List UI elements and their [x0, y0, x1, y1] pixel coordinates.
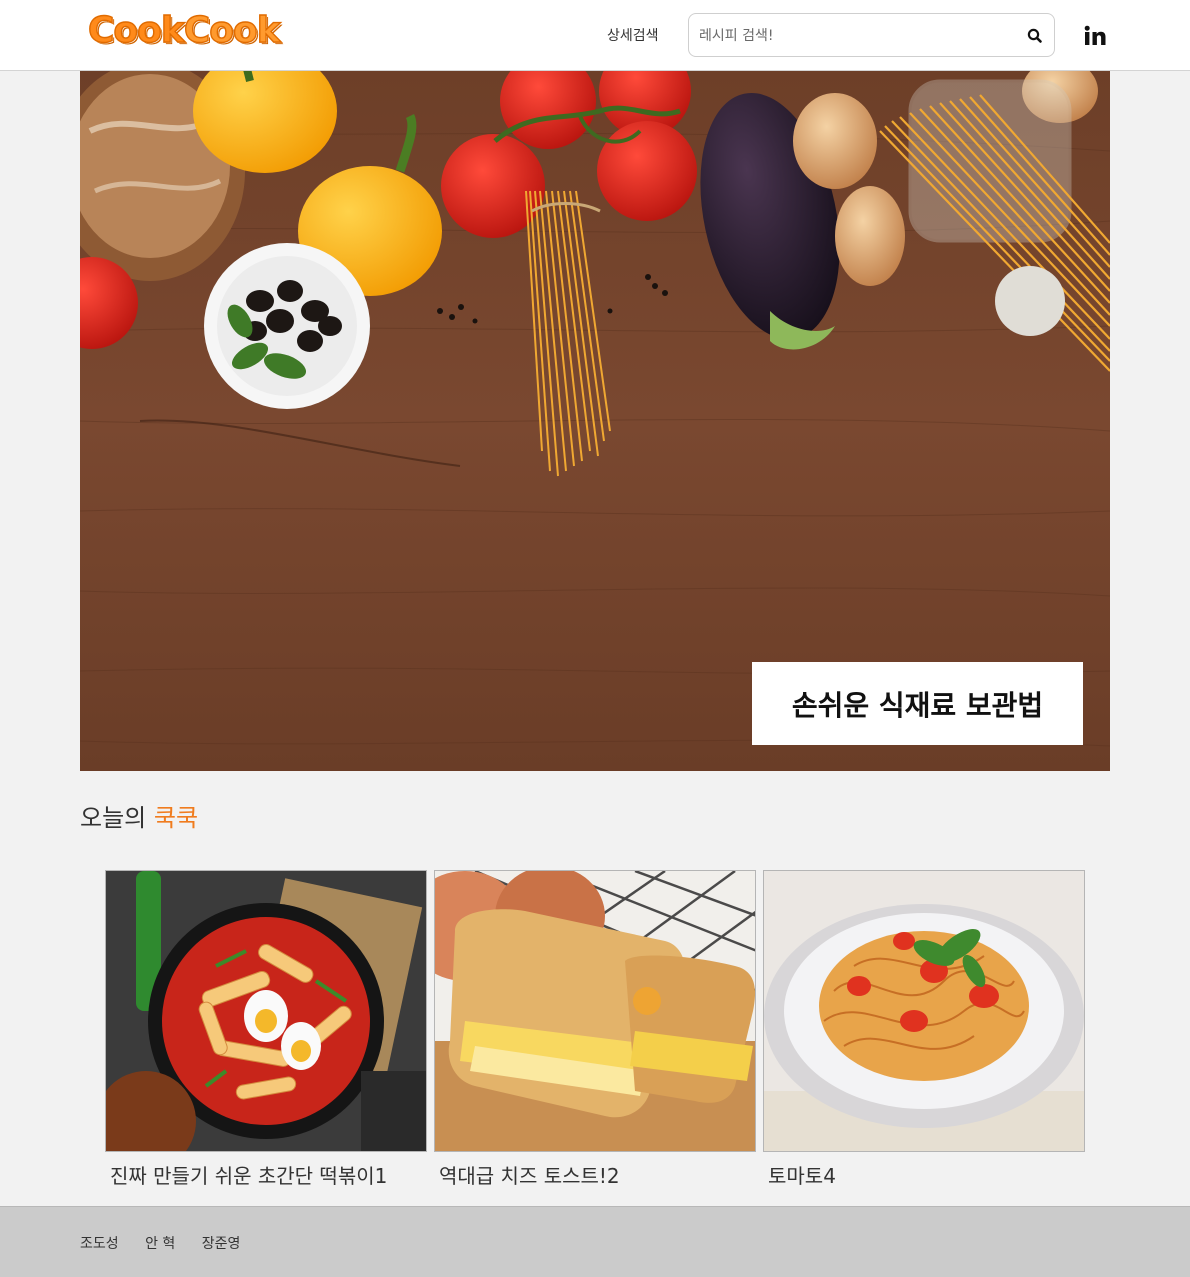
tteokbokki-image [106, 871, 426, 1151]
author-name: 안 혁 [145, 1236, 176, 1252]
logo-text-part-2: Cook [183, 9, 281, 51]
section-title: 오늘의 쿡쿡 [80, 798, 198, 833]
recipe-title[interactable]: 토마토4 [763, 1160, 1085, 1189]
recipe-title[interactable]: 역대급 치즈 토스트!2 [434, 1160, 756, 1189]
hero-caption[interactable]: 손쉬운 식재료 보관법 [752, 662, 1083, 745]
recipe-card-tomato[interactable]: 토마토4 [763, 870, 1085, 1189]
recipe-title[interactable]: 진짜 만들기 쉬운 초간단 떡볶이1 [105, 1160, 427, 1189]
section-title-accent: 쿡쿡 [153, 804, 199, 832]
hero-banner[interactable]: 손쉬운 식재료 보관법 [80, 71, 1110, 771]
search-box [688, 13, 1055, 57]
cookcook-logo[interactable]: CookCook [87, 9, 281, 51]
tomato-pasta-image [764, 871, 1084, 1151]
search-input[interactable] [699, 24, 1009, 48]
linkedin-icon[interactable] [1083, 24, 1107, 48]
author-name: 조도성 [80, 1236, 119, 1252]
author-name: 장준영 [201, 1236, 241, 1252]
cheese-toast-image [435, 871, 755, 1151]
recipe-thumbnail[interactable] [763, 870, 1085, 1152]
recipe-card-tteokbokki[interactable]: 진짜 만들기 쉬운 초간단 떡볶이1 [105, 870, 427, 1189]
recipe-thumbnail[interactable] [434, 870, 756, 1152]
logo-text-part-1: Cook [87, 9, 185, 51]
recipe-card-cheese-toast[interactable]: 역대급 치즈 토스트!2 [434, 870, 756, 1189]
footer: 조도성 안 혁 장준영 [0, 1206, 1190, 1277]
section-title-prefix: 오늘의 [80, 804, 147, 832]
top-header: CookCook 상세검색 [0, 0, 1190, 71]
recipe-thumbnail[interactable] [105, 870, 427, 1152]
search-icon[interactable] [1025, 26, 1045, 46]
detail-search-link[interactable]: 상세검색 [607, 25, 659, 45]
footer-authors: 조도성 안 혁 장준영 [80, 1233, 262, 1253]
